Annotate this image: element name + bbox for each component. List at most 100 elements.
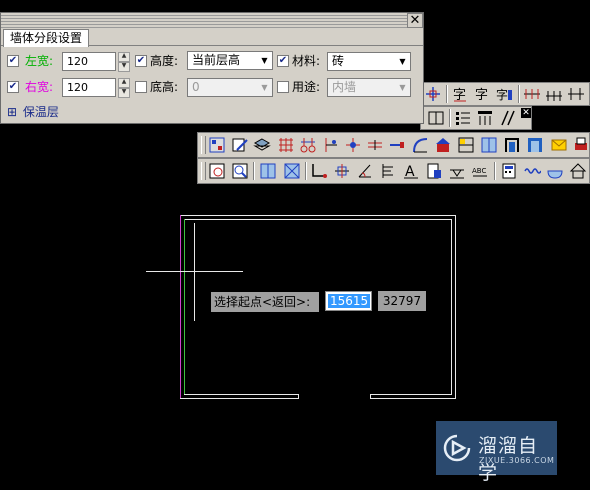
- grid-icon[interactable]: [277, 136, 295, 154]
- tab-wall-segment-settings[interactable]: 墙体分段设置: [3, 29, 90, 47]
- right-width-label: 右宽:: [25, 80, 54, 94]
- left-width-checkbox[interactable]: ✔: [7, 55, 19, 67]
- polyline-icon[interactable]: [310, 162, 328, 180]
- insulation-expander[interactable]: ⊞ 保温层: [7, 103, 59, 119]
- crosshair-vertical: [194, 223, 195, 321]
- dimension-baseline-icon[interactable]: [567, 85, 585, 103]
- wall-top-outer: [180, 215, 456, 216]
- elevation-icon[interactable]: [379, 162, 397, 180]
- wall-right-outer: [455, 215, 456, 399]
- angle-icon[interactable]: [356, 162, 374, 180]
- usage-select[interactable]: 内墙 ▼: [327, 78, 411, 97]
- spin-up-icon[interactable]: ▲: [118, 52, 130, 62]
- node-icon[interactable]: [344, 136, 362, 154]
- column-icon[interactable]: [299, 136, 317, 154]
- coordinate-y-value[interactable]: 32797: [378, 291, 426, 311]
- usage-label: 用途:: [292, 80, 321, 94]
- print-icon[interactable]: [572, 136, 590, 154]
- chevron-down-icon[interactable]: ▼: [257, 79, 272, 96]
- window-blue-icon[interactable]: [526, 136, 544, 154]
- table-icon[interactable]: [476, 109, 494, 127]
- spin-down-icon[interactable]: ▼: [118, 88, 130, 98]
- close-icon[interactable]: ✕: [407, 13, 423, 28]
- text-edit-icon[interactable]: 字: [495, 85, 513, 103]
- height-select[interactable]: 当前层高 ▼: [187, 51, 273, 70]
- dim-box-icon[interactable]: [283, 162, 301, 180]
- list-icon[interactable]: [454, 109, 472, 127]
- house-icon[interactable]: [569, 162, 587, 180]
- door-window-icon[interactable]: [480, 136, 498, 154]
- layer-icon[interactable]: [253, 136, 271, 154]
- wall-bottom-left-inner: [184, 394, 299, 395]
- coordinate-x-input[interactable]: 15615: [325, 291, 372, 311]
- offset-icon[interactable]: [321, 136, 339, 154]
- command-prompt: 选择起点<返回>:: [211, 292, 319, 312]
- abc-icon[interactable]: ABC: [471, 162, 489, 180]
- chevron-down-icon[interactable]: ▼: [395, 79, 410, 96]
- paste-icon[interactable]: [425, 162, 443, 180]
- calc-icon[interactable]: [500, 162, 518, 180]
- chevron-down-icon[interactable]: ▼: [257, 52, 272, 69]
- right-width-input[interactable]: 120: [62, 78, 116, 97]
- wall-icon[interactable]: [366, 136, 384, 154]
- coordinate-x-value: 15615: [328, 294, 371, 308]
- left-width-input[interactable]: 120: [62, 52, 116, 71]
- watermark-logo: 溜溜自学 ZIXUE.3066.COM: [436, 421, 557, 484]
- wall-break-icon[interactable]: [388, 136, 406, 154]
- panel-titlebar[interactable]: [1, 13, 423, 29]
- arc-icon[interactable]: [411, 136, 429, 154]
- material-checkbox[interactable]: ✔: [277, 55, 289, 67]
- height-checkbox[interactable]: ✔: [135, 55, 147, 67]
- left-width-label: 左宽:: [25, 54, 54, 68]
- frame-icon[interactable]: [208, 162, 226, 180]
- zoom-icon[interactable]: [231, 162, 249, 180]
- toolbar-tables: ✕: [420, 106, 532, 130]
- svg-text:ABC: ABC: [472, 167, 486, 175]
- toolbar-annotation: A ABC: [197, 158, 590, 184]
- base-height-label: 底高:: [150, 80, 179, 94]
- text-style-icon[interactable]: 字: [451, 85, 469, 103]
- wall-left-outer: [180, 215, 181, 399]
- hatch-icon[interactable]: [499, 109, 517, 127]
- level-icon[interactable]: [448, 162, 466, 180]
- wall-bottom-left-end: [298, 394, 299, 399]
- spin-up-icon[interactable]: ▲: [118, 78, 130, 88]
- wave-icon[interactable]: [523, 162, 541, 180]
- window-icon[interactable]: [457, 136, 475, 154]
- right-width-spinner[interactable]: ▲ ▼: [118, 78, 130, 98]
- dimension-chain-icon[interactable]: [545, 85, 563, 103]
- base-height-checkbox[interactable]: [135, 81, 147, 93]
- spin-down-icon[interactable]: ▼: [118, 62, 130, 72]
- usage-checkbox[interactable]: [277, 81, 289, 93]
- text-a-icon[interactable]: A: [402, 162, 420, 180]
- axis-grid-icon[interactable]: [208, 136, 226, 154]
- wall-segment-panel: ✕ 墙体分段设置 ✔ 左宽: 120 ▲ ▼ ✔ 高度: 当前层高 ▼ ✔ 材料: …: [0, 12, 424, 124]
- toolbar-close-icon[interactable]: ✕: [521, 108, 531, 118]
- toolbar-building: [197, 132, 590, 158]
- height-select-value: 当前层高: [192, 53, 241, 67]
- dimension-icon[interactable]: [523, 85, 541, 103]
- edit-icon[interactable]: [231, 136, 249, 154]
- expand-icon[interactable]: ⊞: [7, 105, 17, 119]
- text-icon[interactable]: 字: [473, 85, 491, 103]
- snap-icon[interactable]: [424, 85, 442, 103]
- insulation-label: 保温层: [22, 105, 59, 119]
- sink-icon[interactable]: [546, 162, 564, 180]
- wall-bottom-left-outer: [180, 398, 299, 399]
- roof-icon[interactable]: [434, 136, 452, 154]
- right-width-checkbox[interactable]: ✔: [7, 81, 19, 93]
- svg-text:字: 字: [475, 88, 488, 103]
- chevron-down-icon[interactable]: ▼: [395, 53, 410, 70]
- stair-icon[interactable]: [503, 136, 521, 154]
- door-icon[interactable]: [427, 109, 445, 127]
- play-logo-icon: [443, 434, 471, 462]
- row-left-width: ✔ 左宽: 120 ▲ ▼ ✔ 高度: 当前层高 ▼ ✔ 材料: 砖 ▼: [3, 49, 421, 73]
- material-select[interactable]: 砖 ▼: [327, 52, 411, 71]
- left-width-spinner[interactable]: ▲ ▼: [118, 52, 130, 72]
- usage-select-value: 内墙: [332, 80, 357, 94]
- layout-icon[interactable]: [259, 162, 277, 180]
- height-label: 高度:: [150, 54, 179, 68]
- base-height-select[interactable]: 0 ▼: [187, 78, 273, 97]
- align-icon[interactable]: [333, 162, 351, 180]
- mail-icon[interactable]: [550, 136, 568, 154]
